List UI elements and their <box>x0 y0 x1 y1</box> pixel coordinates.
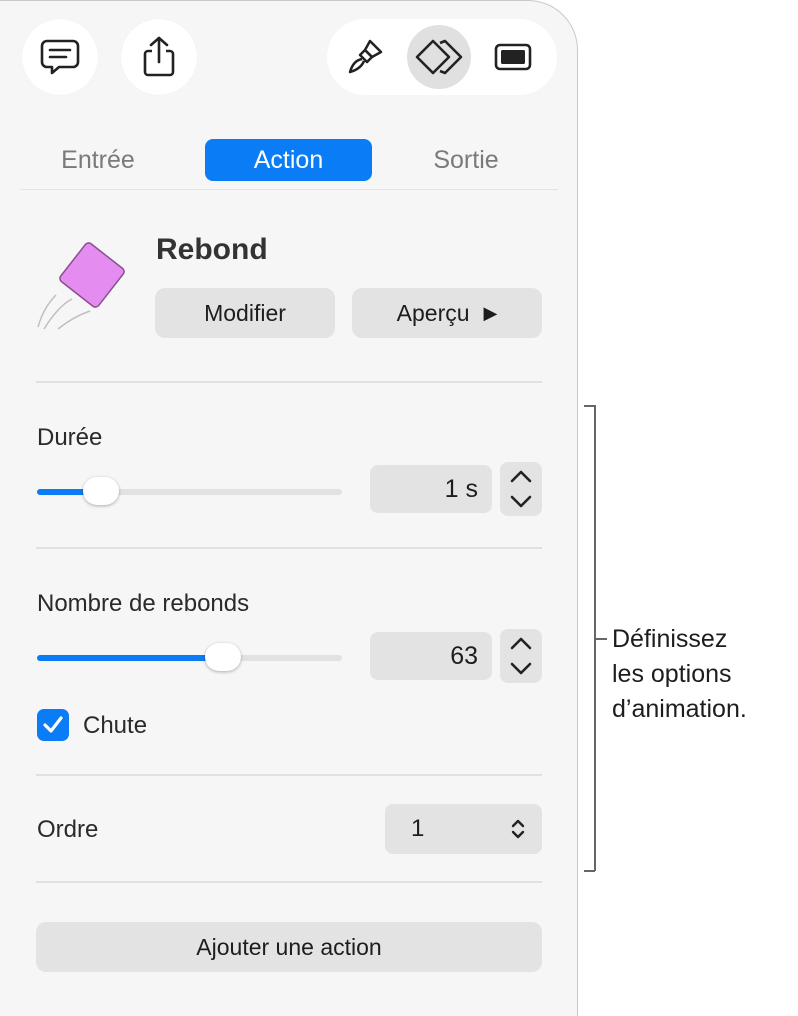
animate-icon <box>415 39 463 75</box>
tab-entree[interactable]: Entrée <box>34 139 162 181</box>
modify-button-label: Modifier <box>204 299 286 326</box>
checkmark-icon <box>43 716 63 733</box>
order-label: Ordre <box>37 816 99 843</box>
chevron-up-icon[interactable] <box>509 467 533 485</box>
callout-bracket-bottom <box>584 870 595 872</box>
callout-text: Définissez les options d’animation. <box>612 622 747 727</box>
divider <box>36 381 542 383</box>
order-select[interactable]: 1 <box>385 804 542 854</box>
document-button[interactable] <box>481 25 545 89</box>
callout-bracket-top <box>584 405 595 407</box>
animate-panel: Entrée Action Sortie Rebond Modifier Ape… <box>0 0 578 1016</box>
bounces-field[interactable]: 63 <box>370 632 492 680</box>
bounces-slider-fill <box>37 655 224 661</box>
chevron-down-icon[interactable] <box>509 660 533 678</box>
callout-pointer <box>595 638 607 640</box>
callout-line-2: les options <box>612 660 732 688</box>
duration-label: Durée <box>37 424 103 451</box>
play-icon: ▶ <box>483 302 498 323</box>
chevron-up-icon[interactable] <box>509 634 533 652</box>
comment-button[interactable] <box>22 19 98 95</box>
preview-button[interactable]: Aperçu ▶ <box>352 288 542 338</box>
effect-name: Rebond <box>156 233 268 266</box>
divider <box>36 774 542 776</box>
share-icon <box>143 36 175 77</box>
bounces-slider-thumb[interactable] <box>205 643 242 671</box>
document-icon <box>494 43 532 71</box>
modify-button[interactable]: Modifier <box>155 288 335 338</box>
duration-field[interactable]: 1 s <box>370 465 492 513</box>
bounces-stepper[interactable] <box>500 629 542 683</box>
bounces-slider[interactable] <box>37 643 342 671</box>
add-action-label: Ajouter une action <box>196 933 382 960</box>
add-action-button[interactable]: Ajouter une action <box>36 922 542 972</box>
share-button[interactable] <box>121 19 197 95</box>
paintbrush-icon <box>348 39 383 74</box>
fall-label: Chute <box>83 712 148 739</box>
animate-button[interactable] <box>407 25 471 89</box>
order-value: 1 <box>411 815 425 842</box>
chevron-down-icon[interactable] <box>509 493 533 511</box>
preview-button-label: Aperçu <box>396 299 470 326</box>
tab-action[interactable]: Action <box>205 139 372 181</box>
format-button[interactable] <box>333 25 397 89</box>
tab-sortie[interactable]: Sortie <box>402 139 530 181</box>
divider <box>36 881 542 883</box>
callout-line-3: d’animation. <box>612 695 747 723</box>
inspector-toolbar <box>327 19 557 95</box>
callout-line-1: Définissez <box>612 625 728 653</box>
up-down-chevron-icon <box>511 819 525 839</box>
comment-icon <box>40 39 80 75</box>
divider <box>36 547 542 549</box>
effect-thumbnail <box>37 242 125 330</box>
duration-stepper[interactable] <box>500 462 542 516</box>
animation-tabs: Entrée Action Sortie <box>20 137 558 190</box>
duration-slider-thumb[interactable] <box>83 477 120 505</box>
duration-slider[interactable] <box>37 477 342 505</box>
fall-checkbox[interactable] <box>37 709 69 741</box>
bounces-label: Nombre de rebonds <box>37 590 250 617</box>
